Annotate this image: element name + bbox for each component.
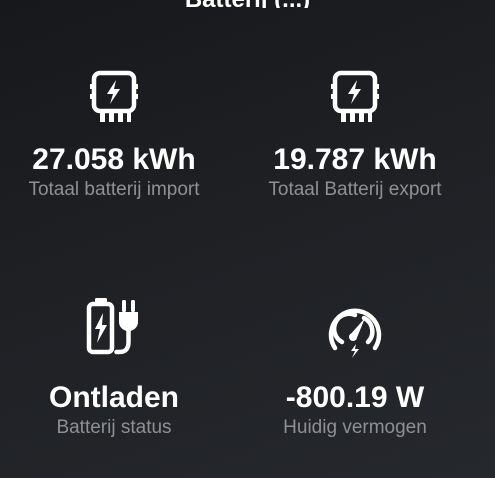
tile-battery-export[interactable]: 19.787 kWh Totaal Batterij export [231,70,479,202]
battery-export-value: 19.787 kWh [273,143,437,176]
tile-current-power[interactable]: -800.19 W Huidig vermogen [231,298,479,440]
battery-export-label: Totaal Batterij export [268,179,442,200]
page-title: Batterij (...) [0,0,495,8]
tile-battery-status[interactable]: Ontladen Batterij status [0,298,238,440]
battery-status-label: Batterij status [56,417,172,438]
battery-import-label: Totaal batterij import [28,179,200,200]
tile-battery-import[interactable]: 27.058 kWh Totaal batterij import [0,70,238,202]
current-power-value: -800.19 W [285,381,425,414]
battery-import-value: 27.058 kWh [32,143,196,176]
battery-plug-icon [86,298,138,355]
dashboard-panel: Batterij (...) 27.058 kWh Totaal batteri… [0,0,495,478]
current-power-label: Huidig vermogen [283,417,427,438]
gauge-bolt-icon [328,308,382,358]
battery-status-value: Ontladen [48,381,179,414]
inverter-bolt-icon [90,70,138,122]
inverter-bolt-icon [331,70,379,122]
